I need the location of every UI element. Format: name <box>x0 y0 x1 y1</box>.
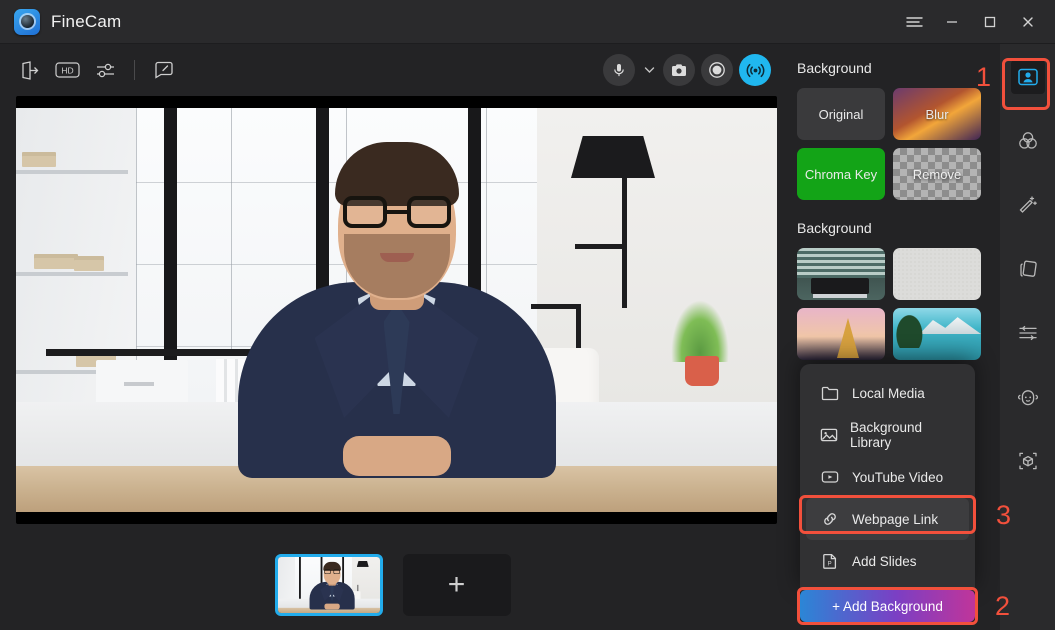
main-toolbar: HD <box>0 44 785 96</box>
person-subject <box>232 142 562 478</box>
rail-tab-avatar[interactable] <box>1011 380 1045 414</box>
background-mode-grid: Original Blur Chroma Key Remove <box>797 88 1000 200</box>
scene-thumbnail-active[interactable] <box>274 554 383 616</box>
hd-badge-icon[interactable]: HD <box>50 55 84 85</box>
rail-tab-layers[interactable] <box>1011 252 1045 286</box>
menu-item-add-slides-label: Add Slides <box>852 553 917 569</box>
background-mode-remove[interactable]: Remove <box>893 148 981 200</box>
plant-pot <box>685 356 719 386</box>
powerpoint-file-icon: P <box>820 553 840 569</box>
note-pencil-icon[interactable] <box>147 55 181 85</box>
title-bar: FineCam <box>0 0 1055 44</box>
menu-item-webpage-link-label: Webpage Link <box>852 511 939 527</box>
background-mode-chroma-key[interactable]: Chroma Key <box>797 148 885 200</box>
background-mode-original-label: Original <box>818 106 864 122</box>
background-thumb-office-desk[interactable] <box>797 248 885 300</box>
menu-item-background-library-label: Background Library <box>850 420 923 450</box>
svg-text:HD: HD <box>61 66 73 76</box>
camera-icon[interactable] <box>663 54 695 86</box>
broadcast-icon[interactable] <box>739 54 771 86</box>
annotation-number-2: 2 <box>995 591 1011 621</box>
plant-leaves <box>671 300 729 362</box>
background-mode-blur[interactable]: Blur <box>893 88 981 140</box>
window-controls <box>895 0 1055 44</box>
video-frame <box>16 108 777 512</box>
rail-tab-beauty[interactable] <box>1011 188 1045 222</box>
record-circle-icon[interactable] <box>701 54 733 86</box>
toolbar-right-group <box>603 54 785 86</box>
video-stage <box>0 96 785 536</box>
rail-tab-color-filters[interactable] <box>1011 124 1045 158</box>
background-thumb-eiffel-tower[interactable] <box>797 308 885 360</box>
menu-item-youtube-video-label: YouTube Video <box>852 469 944 485</box>
scene-strip: + <box>0 540 785 630</box>
svg-text:P: P <box>828 562 832 568</box>
background-mode-remove-label: Remove <box>912 166 962 182</box>
menu-item-youtube-video[interactable]: YouTube Video <box>806 456 969 498</box>
add-scene-button[interactable]: + <box>402 554 511 616</box>
maximize-icon[interactable] <box>971 0 1009 44</box>
link-chain-icon <box>820 511 840 527</box>
background-mode-original[interactable]: Original <box>797 88 885 140</box>
toolbar-divider <box>134 60 135 80</box>
background-library-title: Background <box>797 220 872 236</box>
background-section-title: Background <box>797 60 872 76</box>
annotation-number-3: 3 <box>996 500 1012 530</box>
logo-inner-shape <box>20 15 34 28</box>
add-background-menu: Local Media Background Library YouTube V… <box>800 364 975 592</box>
menu-item-local-media[interactable]: Local Media <box>806 372 969 414</box>
chevron-down-icon[interactable] <box>641 66 657 74</box>
background-thumb-white-wall[interactable] <box>893 248 981 300</box>
background-mode-blur-label: Blur <box>925 106 949 122</box>
play-video-icon <box>820 469 840 485</box>
close-icon[interactable] <box>1009 0 1047 44</box>
app-title: FineCam <box>51 11 122 31</box>
add-background-button[interactable]: + Add Background <box>800 590 975 622</box>
feature-rail <box>1000 44 1055 630</box>
menu-item-add-slides[interactable]: P Add Slides <box>806 540 969 582</box>
video-preview[interactable] <box>16 96 777 524</box>
background-thumb-mountain-lake[interactable] <box>893 308 981 360</box>
export-door-icon[interactable] <box>12 55 46 85</box>
microphone-icon[interactable] <box>603 54 635 86</box>
image-icon <box>820 427 838 443</box>
menu-item-background-library[interactable]: Background Library <box>806 414 969 456</box>
annotation-number-1: 1 <box>976 62 992 92</box>
background-mode-chroma-key-label: Chroma Key <box>804 166 878 182</box>
lamp-shade <box>571 136 655 178</box>
background-thumbnail-grid <box>797 248 1000 360</box>
folder-icon <box>820 385 840 401</box>
menu-item-webpage-link[interactable]: Webpage Link <box>806 498 969 540</box>
rail-tab-adjust[interactable] <box>1011 316 1045 350</box>
rail-tab-3d-object[interactable] <box>1011 444 1045 478</box>
menu-item-local-media-label: Local Media <box>852 385 925 401</box>
rail-tab-background[interactable] <box>1010 60 1045 94</box>
finecam-logo-icon <box>14 8 40 35</box>
scene-thumbnail-preview <box>277 557 380 613</box>
minimize-icon[interactable] <box>933 0 971 44</box>
room-scene <box>16 108 777 512</box>
hamburger-menu-icon[interactable] <box>895 0 933 44</box>
finecam-window: FineCam HD + Background Original Blur Ch… <box>0 0 1055 630</box>
sliders-icon[interactable] <box>88 55 122 85</box>
toolbar-left-group: HD <box>0 55 181 85</box>
